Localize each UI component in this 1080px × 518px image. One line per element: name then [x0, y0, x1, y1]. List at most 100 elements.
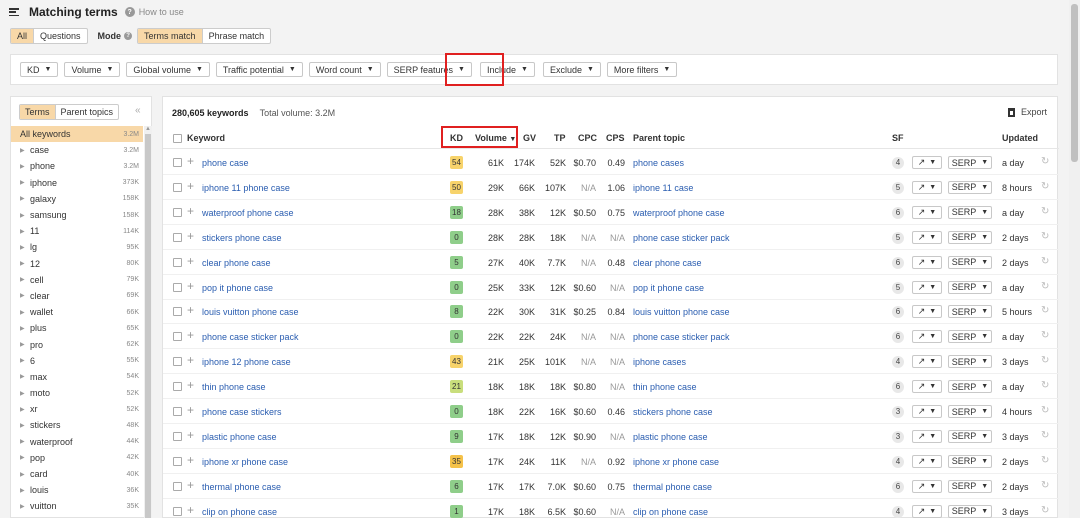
parent-topic-link[interactable]: clip on phone case	[633, 507, 708, 517]
expand-icon[interactable]: ▶	[20, 438, 30, 445]
parent-topic-link[interactable]: pop it phone case	[633, 283, 704, 293]
expand-icon[interactable]: ▶	[20, 244, 30, 251]
sidebar-item[interactable]: ▶ samsung 158K	[11, 207, 143, 223]
refresh-icon[interactable]: ↻	[1041, 430, 1049, 441]
serp-features-count[interactable]: 6	[892, 331, 904, 344]
sidebar-item[interactable]: ▶ phone 3.2M	[11, 158, 143, 174]
parent-topic-link[interactable]: waterproof phone case	[633, 208, 725, 218]
keyword-link[interactable]: phone case	[202, 158, 249, 168]
parent-topic-link[interactable]: iphone xr phone case	[633, 457, 719, 467]
refresh-icon[interactable]: ↻	[1041, 231, 1049, 242]
expand-icon[interactable]: ▶	[20, 357, 30, 364]
page-scroll-thumb[interactable]	[1071, 4, 1078, 162]
expand-icon[interactable]: ▶	[20, 309, 30, 316]
help-icon[interactable]: ?	[124, 7, 135, 17]
keyword-link[interactable]: phone case stickers	[202, 407, 282, 417]
keyword-link[interactable]: thermal phone case	[202, 482, 281, 492]
expand-icon[interactable]: ▶	[20, 147, 30, 154]
keyword-link[interactable]: clear phone case	[202, 258, 271, 268]
serp-features-count[interactable]: 5	[892, 281, 904, 294]
serp-dropdown[interactable]: SERP ▼	[948, 504, 992, 518]
add-to-list-icon[interactable]: +	[187, 229, 194, 243]
trend-dropdown[interactable]: ↗ ▼	[912, 429, 942, 443]
parent-topic-link[interactable]: plastic phone case	[633, 432, 708, 442]
refresh-icon[interactable]: ↻	[1041, 405, 1049, 416]
expand-icon[interactable]: ▶	[20, 325, 30, 332]
keyword-link[interactable]: clip on phone case	[202, 507, 277, 517]
keyword-link[interactable]: pop it phone case	[202, 283, 273, 293]
serp-dropdown[interactable]: SERP ▼	[948, 230, 992, 244]
row-checkbox[interactable]	[173, 307, 182, 317]
add-to-list-icon[interactable]: +	[187, 428, 194, 442]
trend-dropdown[interactable]: ↗ ▼	[912, 504, 942, 518]
keyword-link[interactable]: iphone 12 phone case	[202, 357, 291, 367]
expand-icon[interactable]: ▶	[20, 212, 30, 219]
tab-terms[interactable]: Terms	[20, 105, 55, 119]
sidebar-scrollbar[interactable]: ▲	[144, 126, 152, 518]
add-to-list-icon[interactable]: +	[187, 279, 194, 293]
col-updated[interactable]: Updated	[1002, 133, 1038, 143]
keyword-link[interactable]: iphone 11 phone case	[202, 183, 290, 193]
row-checkbox[interactable]	[173, 232, 182, 242]
refresh-icon[interactable]: ↻	[1041, 480, 1049, 491]
sidebar-item[interactable]: ▶ clear 69K	[11, 288, 143, 304]
sidebar-item[interactable]: ▶ 12 80K	[11, 256, 143, 272]
trend-dropdown[interactable]: ↗ ▼	[912, 479, 942, 493]
col-tp[interactable]: TP	[554, 133, 566, 143]
parent-topic-link[interactable]: phone case sticker pack	[633, 332, 730, 342]
parent-topic-link[interactable]: louis vuitton phone case	[633, 307, 730, 317]
serp-dropdown[interactable]: SERP ▼	[948, 280, 992, 294]
col-gv[interactable]: GV	[523, 133, 536, 143]
add-to-list-icon[interactable]: +	[187, 204, 194, 218]
row-checkbox[interactable]	[173, 506, 182, 516]
serp-dropdown[interactable]: SERP ▼	[948, 405, 992, 418]
row-checkbox[interactable]	[173, 357, 182, 367]
expand-icon[interactable]: ▶	[20, 228, 30, 235]
refresh-icon[interactable]: ↻	[1041, 281, 1049, 292]
sidebar-item[interactable]: ▶ waterproof 44K	[11, 434, 143, 450]
row-checkbox[interactable]	[173, 382, 182, 392]
keyword-link[interactable]: iphone xr phone case	[202, 457, 288, 467]
row-checkbox[interactable]	[173, 158, 182, 167]
expand-icon[interactable]: ▶	[20, 487, 30, 494]
row-checkbox[interactable]	[173, 207, 182, 217]
row-checkbox[interactable]	[173, 481, 182, 491]
row-checkbox[interactable]	[173, 407, 182, 416]
filter-volume-button[interactable]: Volume ▼	[64, 62, 121, 77]
parent-topic-link[interactable]: phone cases	[633, 158, 684, 168]
sidebar-scroll-thumb[interactable]	[145, 134, 151, 518]
add-to-list-icon[interactable]: +	[187, 303, 194, 317]
serp-dropdown[interactable]: SERP ▼	[948, 429, 992, 443]
sidebar-item[interactable]: ▶ galaxy 158K	[11, 191, 143, 207]
serp-features-count[interactable]: 6	[892, 306, 904, 319]
add-to-list-icon[interactable]: +	[187, 453, 194, 467]
row-checkbox[interactable]	[173, 282, 182, 292]
expand-icon[interactable]: ▶	[20, 471, 30, 478]
expand-icon[interactable]: ▶	[20, 406, 30, 413]
questions-toggle[interactable]: Questions	[33, 29, 87, 43]
expand-icon[interactable]: ▶	[20, 341, 30, 348]
trend-dropdown[interactable]: ↗ ▼	[912, 205, 942, 219]
serp-features-count[interactable]: 4	[892, 455, 904, 468]
how-to-use-link[interactable]: How to use	[139, 7, 184, 17]
serp-features-count[interactable]: 6	[892, 206, 904, 219]
refresh-icon[interactable]: ↻	[1041, 206, 1049, 217]
phrase-match-toggle[interactable]: Phrase match	[201, 29, 271, 43]
refresh-icon[interactable]: ↻	[1041, 181, 1049, 192]
refresh-icon[interactable]: ↻	[1041, 256, 1049, 267]
row-checkbox[interactable]	[173, 182, 182, 192]
sidebar-item[interactable]: ▶ stickers 48K	[11, 417, 143, 433]
refresh-icon[interactable]: ↻	[1041, 505, 1049, 516]
keyword-link[interactable]: waterproof phone case	[202, 208, 294, 218]
row-checkbox[interactable]	[173, 456, 182, 466]
trend-dropdown[interactable]: ↗ ▼	[912, 355, 942, 369]
tab-parent-topics[interactable]: Parent topics	[54, 105, 119, 119]
serp-dropdown[interactable]: SERP ▼	[948, 479, 992, 493]
serp-features-count[interactable]: 5	[892, 231, 904, 244]
sidebar-item[interactable]: ▶ max 54K	[11, 369, 143, 385]
trend-dropdown[interactable]: ↗ ▼	[912, 380, 942, 394]
expand-icon[interactable]: ▶	[20, 195, 30, 202]
filter-word-count-button[interactable]: Word count ▼	[308, 62, 381, 77]
expand-icon[interactable]: ▶	[20, 373, 30, 380]
serp-dropdown[interactable]: SERP ▼	[948, 205, 992, 219]
